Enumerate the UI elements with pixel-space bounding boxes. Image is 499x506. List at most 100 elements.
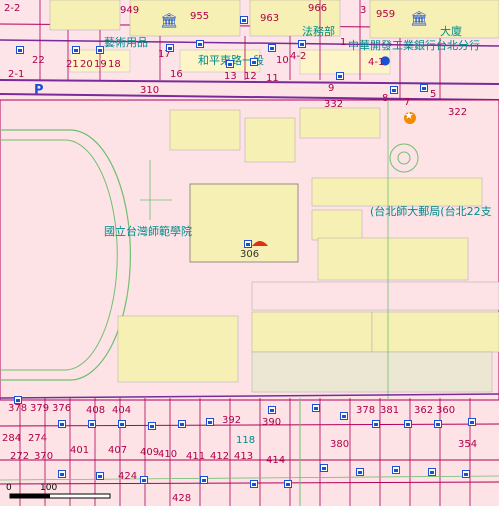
house-number-icon[interactable]	[336, 72, 344, 80]
house-number-icon[interactable]	[118, 420, 126, 428]
house-number-icon[interactable]	[268, 406, 276, 414]
bank-icon[interactable]: 🏛	[410, 12, 428, 26]
label-top-a: 法務部	[302, 25, 335, 38]
house-number-icon[interactable]	[462, 470, 470, 478]
label-bank: 中華開發工業銀行台北分行	[348, 39, 480, 52]
scale-label: 100	[40, 483, 58, 493]
house-number: 410	[158, 449, 178, 460]
house-number-icon[interactable]	[250, 58, 258, 66]
house-number-icon[interactable]	[96, 472, 104, 480]
house-number: 118	[236, 435, 256, 446]
house-number: 411	[186, 451, 206, 462]
house-number: 4-1	[368, 57, 385, 68]
house-number: 306	[240, 249, 260, 260]
house-number-icon[interactable]	[298, 40, 306, 48]
house-number-icon[interactable]	[434, 420, 442, 428]
house-number: 404	[112, 405, 132, 416]
house-number: 274	[28, 433, 48, 444]
house-number-icon[interactable]	[200, 476, 208, 484]
house-number-icon[interactable]	[356, 468, 364, 476]
house-number: 966	[308, 3, 328, 14]
fire-station-icon[interactable]: ★	[404, 110, 414, 121]
house-number: 10	[276, 55, 289, 66]
house-number-icon[interactable]	[240, 16, 248, 24]
bank-icon[interactable]: 🏛	[160, 14, 178, 28]
house-number-icon[interactable]	[312, 404, 320, 412]
house-number: 949	[120, 5, 140, 16]
house-number: 362	[414, 405, 434, 416]
house-number: 22	[32, 55, 45, 66]
house-number-icon[interactable]	[392, 466, 400, 474]
house-number-icon[interactable]	[96, 46, 104, 54]
house-number-icon[interactable]	[268, 44, 276, 52]
house-number-icon[interactable]	[244, 240, 252, 248]
house-number: 21	[66, 59, 79, 70]
house-number: 16	[170, 69, 183, 80]
house-number-icon[interactable]	[226, 60, 234, 68]
house-number-icon[interactable]	[140, 476, 148, 484]
house-number: 963	[260, 13, 280, 24]
house-number: 2-1	[8, 69, 25, 80]
label-post-office: (台北師大郵局(台北22支	[370, 205, 492, 218]
house-number: 18	[108, 59, 121, 70]
house-number-icon[interactable]	[428, 468, 436, 476]
house-number: 354	[458, 439, 478, 450]
house-number: 12	[244, 71, 257, 82]
house-number: 414	[266, 455, 286, 466]
house-number: 955	[190, 11, 210, 22]
house-number-icon[interactable]	[58, 470, 66, 478]
house-number: 9	[328, 83, 335, 94]
house-number-icon[interactable]	[206, 418, 214, 426]
house-number: 332	[324, 99, 344, 110]
map-canvas[interactable]: P 國立台灣師範學院 (台北師大郵局(台北22支 中華開發工業銀行台北分行 藝術…	[0, 0, 499, 506]
house-number: 20	[80, 59, 93, 70]
house-number: 378	[356, 405, 376, 416]
house-number: 401	[70, 445, 90, 456]
house-number: 380	[330, 439, 350, 450]
house-number: 378	[8, 403, 28, 414]
house-number-icon[interactable]	[88, 420, 96, 428]
house-number: 310	[140, 85, 160, 96]
house-number: 381	[380, 405, 400, 416]
scale-zero: 0	[6, 483, 12, 493]
house-number-icon[interactable]	[58, 420, 66, 428]
house-number: 412	[210, 451, 230, 462]
house-number: 413	[234, 451, 254, 462]
house-number: 11	[266, 73, 279, 84]
label-top-b: 大廈	[440, 25, 462, 38]
house-number-icon[interactable]	[404, 420, 412, 428]
house-number-icon[interactable]	[390, 86, 398, 94]
house-number-icon[interactable]	[284, 480, 292, 488]
house-number: 409	[140, 447, 160, 458]
house-number-icon[interactable]	[372, 420, 380, 428]
house-number: 959	[376, 9, 396, 20]
house-number: 8	[382, 93, 389, 104]
house-number-icon[interactable]	[468, 418, 476, 426]
house-number: 407	[108, 445, 128, 456]
label-university: 國立台灣師範學院	[104, 225, 192, 238]
house-number: 284	[2, 433, 22, 444]
house-number-icon[interactable]	[340, 412, 348, 420]
house-number-icon[interactable]	[14, 396, 22, 404]
house-number: 272	[10, 451, 30, 462]
house-number-icon[interactable]	[16, 46, 24, 54]
parking-icon[interactable]: P	[34, 84, 44, 97]
house-number-icon[interactable]	[148, 422, 156, 430]
house-number-icon[interactable]	[196, 40, 204, 48]
house-number: 360	[436, 405, 456, 416]
house-number: 19	[94, 59, 107, 70]
house-number-icon[interactable]	[178, 420, 186, 428]
house-number: 370	[34, 451, 54, 462]
house-number-icon[interactable]	[420, 84, 428, 92]
house-number: 2-2	[4, 3, 21, 14]
house-number-icon[interactable]	[320, 464, 328, 472]
house-number: 13	[224, 71, 237, 82]
house-number-icon[interactable]	[250, 480, 258, 488]
house-number: 424	[118, 471, 138, 482]
house-number-icon[interactable]	[166, 44, 174, 52]
house-number: 1	[340, 37, 347, 48]
house-number: 4-2	[290, 51, 307, 62]
house-number: 3	[360, 5, 367, 16]
house-number-icon[interactable]	[72, 46, 80, 54]
house-number: 322	[448, 107, 468, 118]
